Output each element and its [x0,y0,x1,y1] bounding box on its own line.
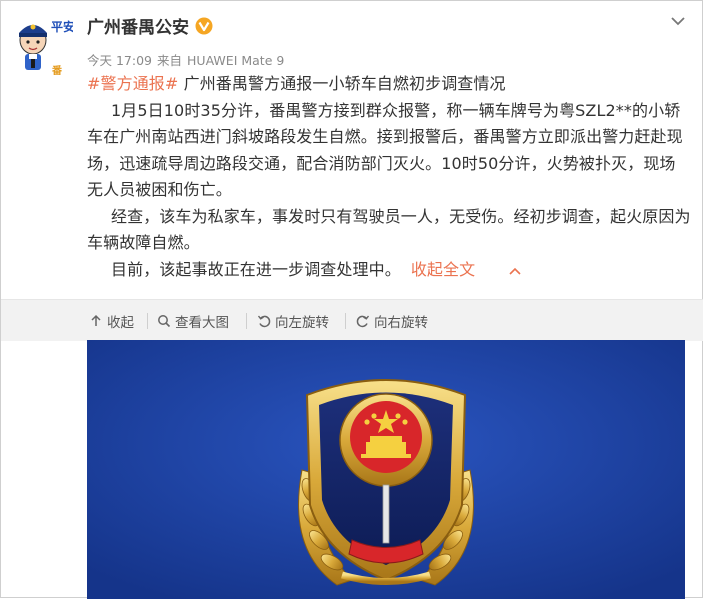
account-avatar[interactable]: 平安 番禺 [11,13,75,86]
rotate-right-button[interactable]: 向右旋转 [356,300,428,341]
weibo-post-card: 平安 番禺 广州番禺公安 今天 17:09 来自 HUAWEI Mate 9 #警方… [0,0,703,599]
avatar-text-top: 平安 [51,19,73,34]
post-headline-line: #警方通报# 广州番禺警方通报一小轿车自燃初步调查情况 [87,71,691,98]
account-name-row: 广州番禺公安 [87,13,213,38]
police-mascot-icon: 平安 番禺 [19,19,75,86]
view-large-image-button[interactable]: 查看大图 [157,300,229,341]
verified-badge-icon [195,17,213,35]
post-meta: 今天 17:09 来自 HUAWEI Mate 9 [87,50,284,69]
toolbar-divider [246,313,247,329]
account-name[interactable]: 广州番禺公安 [87,13,189,38]
post-paragraph-2: 经查，该车为私家车，事发时只有驾驶员一人，无受伤。经初步调查，起火原因为车辆故障… [87,206,691,253]
avatar-text-bottom: 番禺 [50,64,63,75]
toolbar-divider [345,313,346,329]
rotate-left-button[interactable]: 向左旋转 [257,300,329,341]
magnifier-icon [158,314,171,327]
image-toolbar: 收起 查看大图 向左旋转 向右旋转 [1,299,703,341]
post-content: #警方通报# 广州番禺警方通报一小轿车自燃初步调查情况 1月5日10时35分许，… [87,71,691,283]
police-emblem-image [87,340,685,599]
post-last-paragraph: 目前，该起事故正在进一步调查处理中。 [111,259,401,279]
rotate-right-label: 向右旋转 [374,314,428,331]
collapse-label: 收起 [107,314,134,331]
rotate-left-label: 向左旋转 [275,314,329,331]
hashtag-link[interactable]: #警方通报# [87,74,178,93]
post-image[interactable] [87,340,685,599]
collapse-image-button[interactable]: 收起 [89,300,134,341]
post-headline: 广州番禺警方通报一小轿车自燃初步调查情况 [178,74,506,93]
post-paragraph-1: 1月5日10时35分许，番禺警方接到群众报警，称一辆车牌号为粤SZL2**的小轿… [87,100,683,200]
toolbar-divider [147,313,148,329]
rotate-left-icon [257,315,271,327]
post-time[interactable]: 今天 17:09 [87,53,152,68]
chevron-up-icon[interactable] [485,257,521,284]
source-device[interactable]: HUAWEI Mate 9 [187,53,284,68]
view-large-label: 查看大图 [175,314,229,331]
rotate-right-icon [356,315,370,327]
collapse-full-text-link[interactable]: 收起全文 [411,260,475,279]
collapse-arrow-icon [91,314,101,326]
source-prefix: 来自 [157,53,183,68]
post-paragraph-3: 目前，该起事故正在进一步调查处理中。 收起全文 [87,257,691,284]
post-menu-chevron-icon[interactable] [669,13,687,27]
